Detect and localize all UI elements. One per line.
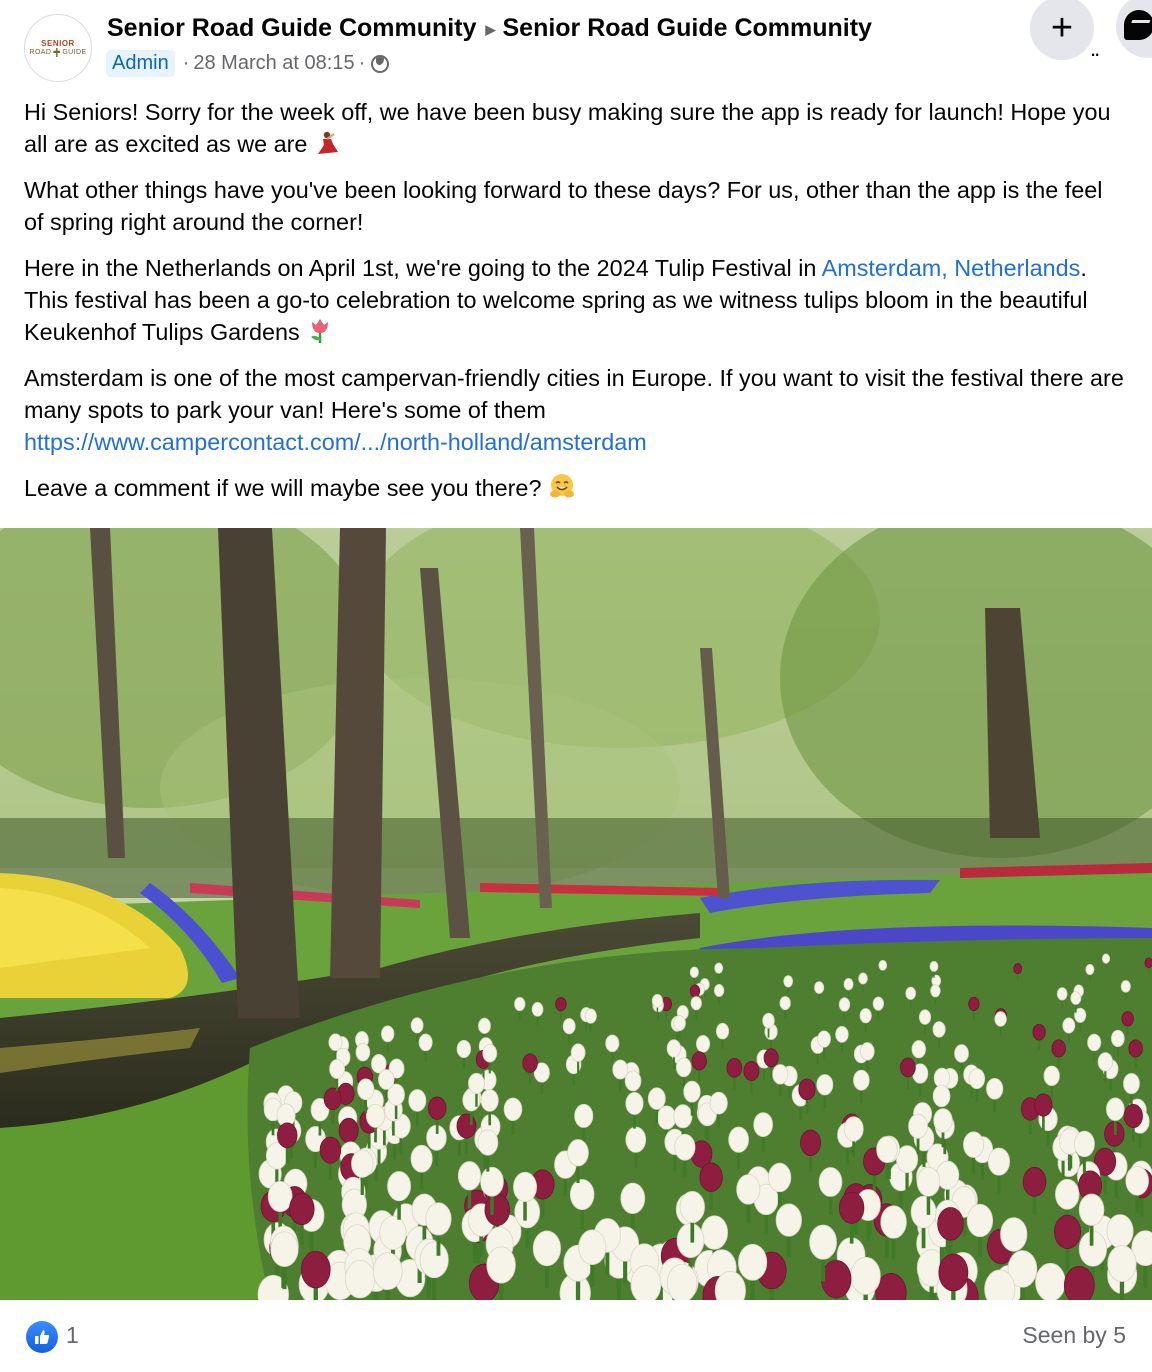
signpost-icon — [53, 48, 61, 57]
paragraph-5-text: Leave a comment if we will maybe see you… — [24, 475, 542, 501]
post-timestamp[interactable]: 28 March at 08:15 — [193, 52, 354, 75]
post-paragraph-1: Hi Seniors! Sorry for the week off, we h… — [24, 96, 1128, 160]
location-link[interactable]: Amsterdam, Netherlands — [822, 255, 1081, 281]
avatar-logo-top: SENIOR — [41, 39, 75, 48]
globe-icon — [371, 54, 390, 73]
reaction-count[interactable]: 1 — [66, 1322, 79, 1349]
avatar-logo-guide: GUIDE — [62, 49, 87, 56]
add-button[interactable]: + — [1030, 0, 1094, 60]
post-photo[interactable] — [0, 528, 1152, 1300]
dancer-emoji-icon — [317, 131, 338, 154]
paragraph-4-text: Amsterdam is one of the most campervan-f… — [24, 365, 1124, 423]
post-paragraph-5: Leave a comment if we will maybe see you… — [24, 472, 1128, 504]
meta-separator-2: · — [358, 52, 366, 74]
tulip-field — [257, 953, 1152, 1300]
caret-right-icon: ▶ — [485, 21, 496, 37]
author-name-link[interactable]: Senior Road Guide Community — [107, 14, 476, 43]
group-name-link[interactable]: Senior Road Guide Community — [502, 14, 871, 43]
post-body: Hi Seniors! Sorry for the week off, we h… — [24, 96, 1128, 518]
meta-separator: · — [182, 52, 190, 74]
post-paragraph-4: Amsterdam is one of the most campervan-f… — [24, 362, 1128, 458]
post-footer: 1 Seen by 5 — [0, 1300, 1152, 1372]
hugging-face-emoji-icon — [549, 474, 574, 498]
seen-by-count[interactable]: Seen by 5 — [1022, 1322, 1126, 1349]
admin-badge: Admin — [106, 50, 175, 77]
post-paragraph-3: Here in the Netherlands on April 1st, we… — [24, 252, 1128, 348]
more-options-button[interactable]: .. — [1090, 36, 1100, 62]
thumbs-up-icon — [35, 1330, 50, 1344]
campercontact-link[interactable]: https://www.campercontact.com/.../north-… — [24, 429, 647, 455]
avatar-logo-road: ROAD — [29, 49, 52, 56]
avatar-logo-bottom: ROAD GUIDE — [30, 48, 87, 57]
paragraph-3-text-start: Here in the Netherlands on April 1st, we… — [24, 255, 822, 281]
plus-icon: + — [1050, 6, 1074, 49]
post-meta: Admin · 28 March at 08:15 · — [106, 50, 390, 77]
like-reaction-icon[interactable] — [26, 1321, 58, 1353]
tulip-emoji-icon — [311, 319, 329, 343]
messenger-button[interactable] — [1116, 0, 1152, 58]
paragraph-1-text: Hi Seniors! Sorry for the week off, we h… — [24, 99, 1111, 157]
post-paragraph-2: What other things have you've been looki… — [24, 177, 1103, 235]
group-avatar[interactable]: SENIOR ROAD GUIDE — [24, 14, 92, 82]
post-title-row: Senior Road Guide Community ▶ Senior Roa… — [107, 14, 872, 43]
